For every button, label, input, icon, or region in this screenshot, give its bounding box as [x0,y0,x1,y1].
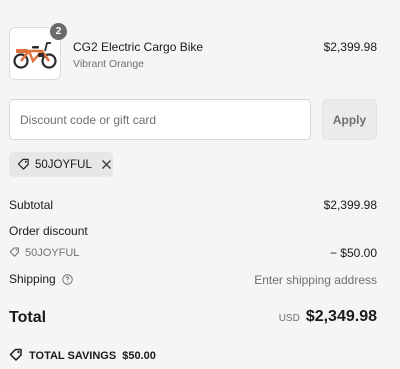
tag-icon [9,347,23,364]
total-label: Total [9,309,47,326]
product-variant: Vibrant Orange [73,58,145,70]
apply-button[interactable]: Apply [322,99,377,140]
applied-code-label: 50JOYFUL [35,158,92,171]
currency-code: USD [278,313,300,324]
total-amount: $2,349.98 [305,308,377,325]
subtotal-label: Subtotal [9,198,54,212]
order-discount-label: Order discount [9,224,88,238]
product-name: CG2 Electric Cargo Bike [73,40,204,54]
applied-discount-chip: 50JOYFUL [9,152,113,177]
subtotal-value: $2,399.98 [323,198,377,212]
discount-value: − $50.00 [329,246,377,260]
tag-icon [9,246,20,260]
savings-label: TOTAL SAVINGS [29,349,117,362]
help-icon[interactable] [61,273,73,285]
cargo-bike-image [13,41,57,69]
discount-code-row: 50JOYFUL [9,246,79,260]
shipping-label: Shipping [9,272,56,286]
discount-code-input[interactable] [9,99,311,140]
quantity-badge: 2 [49,22,68,41]
remove-discount-close-icon[interactable] [101,159,112,170]
discount-code-text: 50JOYFUL [25,247,80,259]
shipping-value: Enter shipping address [254,273,377,287]
tag-icon [17,157,30,173]
total-savings: TOTAL SAVINGS $50.00 [9,347,156,364]
product-price: $2,399.98 [323,40,377,54]
shipping-row: Shipping [9,272,73,286]
savings-amount: $50.00 [122,349,156,362]
total-value-group: USD $2,349.98 [279,308,377,326]
